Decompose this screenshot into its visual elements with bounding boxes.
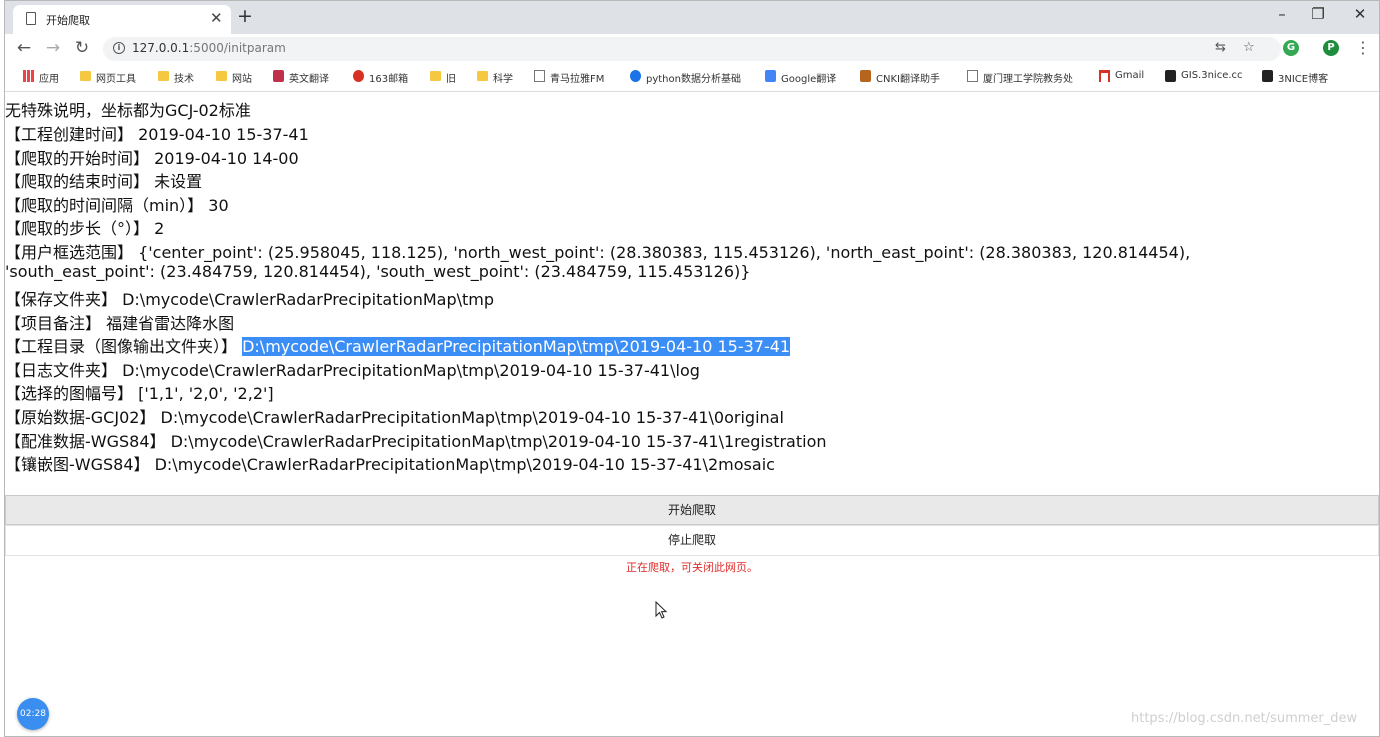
bookmark-icon [273,70,284,82]
page-icon [26,12,36,25]
tab-strip: 开始爬取 ✕ + – ❐ ✕ [5,1,1379,34]
page-icon [967,70,978,82]
timer-badge: 02:28 [17,698,49,730]
star-icon[interactable]: ☆ [1243,40,1255,55]
save-folder: 【保存文件夹】 D:\mycode\CrawlerRadarPrecipitat… [5,290,495,309]
bookmark-item[interactable]: 旧 [446,70,456,85]
browser-toolbar: ← → ↻ i 127.0.0.1:5000/initparam ⇆ ☆ G P… [5,34,1379,64]
folder-icon [158,71,169,81]
folder-icon [80,71,91,81]
folder-icon [477,71,488,81]
maximize-button[interactable]: ❐ [1303,5,1333,23]
browser-window: 开始爬取 ✕ + – ❐ ✕ ← → ↻ i 127.0.0.1:5000/in… [4,0,1380,737]
translate-icon [765,70,776,82]
url-text[interactable]: 127.0.0.1:5000/initparam [132,41,286,55]
end-time: 【爬取的结束时间】 未设置 [5,172,203,191]
close-tab-icon[interactable]: ✕ [210,9,223,27]
create-time: 【工程创建时间】 2019-04-10 15-37-41 [5,125,309,144]
bookmark-item[interactable]: 网站 [232,70,252,85]
crawl-interval: 【爬取的时间间隔（min）】 30 [5,196,229,215]
back-icon[interactable]: ← [14,38,34,58]
bookmark-item[interactable]: 163邮箱 [369,70,408,85]
bookmark-item[interactable]: python数据分析基础 [646,70,741,85]
start-time: 【爬取的开始时间】 2019-04-10 14-00 [5,149,299,168]
registration-data-path: 【配准数据-WGS84】 D:\mycode\CrawlerRadarPreci… [5,432,827,451]
coordinate-note: 无特殊说明，坐标都为GCJ-02标准 [5,101,251,120]
start-crawl-button[interactable]: 开始爬取 [5,495,1379,525]
cnki-icon [860,70,871,82]
reload-icon[interactable]: ↻ [72,38,92,58]
bookmark-item[interactable]: 青马拉雅FM [550,70,604,85]
folder-icon [430,71,441,81]
gis-icon [1165,70,1176,82]
bookmark-item[interactable]: Google翻译 [781,70,836,85]
forward-icon[interactable]: → [43,38,63,58]
log-folder: 【日志文件夹】 D:\mycode\CrawlerRadarPrecipitat… [5,361,700,380]
browser-tab[interactable]: 开始爬取 ✕ [13,5,231,34]
gmail-icon [1099,70,1110,82]
bookmark-item[interactable]: 技术 [174,70,194,85]
map-numbers: 【选择的图幅号】 ['1,1', '2,0', '2,2'] [5,384,274,403]
mouse-cursor-icon [655,601,668,619]
info-icon[interactable]: i [113,42,125,54]
project-directory-label: 【工程目录（图像输出文件夹）】 [5,337,243,356]
apps-icon [23,70,34,82]
project-directory-selected[interactable]: D:\mycode\CrawlerRadarPrecipitationMap\t… [242,337,791,356]
watermark: https://blog.csdn.net/summer_dew [1131,711,1358,726]
address-bar[interactable]: i 127.0.0.1:5000/initparam ⇆ ☆ [103,37,1281,61]
page-icon [534,70,545,82]
project-directory: 【工程目录（图像输出文件夹）】 D:\mycode\CrawlerRadarPr… [5,333,791,357]
bookmark-item[interactable]: 科学 [493,70,513,85]
bookmark-item[interactable]: CNKI翻译助手 [876,70,940,85]
bookmark-item[interactable]: Gmail [1115,70,1144,81]
profile-avatar-icon[interactable]: P [1323,40,1339,56]
new-tab-button[interactable]: + [237,5,253,27]
crawl-step: 【爬取的步长（°）】 2 [5,219,165,238]
bookmarks-bar: 应用 网页工具 技术 网站 英文翻译 163邮箱 旧 科学 青马拉雅FM python数据分析基础… [5,64,1379,92]
minimize-button[interactable]: – [1267,5,1297,23]
status-message: 正在爬取，可关闭此网页。 [626,561,758,574]
menu-icon[interactable]: ⋮ [1355,38,1371,57]
tab-title: 开始爬取 [46,14,90,27]
blog-icon [1262,70,1273,82]
mail-icon [353,70,364,82]
original-data-path: 【原始数据-GCJ02】 D:\mycode\CrawlerRadarPreci… [5,408,784,427]
bookmark-item[interactable]: 英文翻译 [289,70,329,85]
bookmark-item[interactable]: 厦门理工学院教务处 [983,70,1073,85]
folder-icon [216,71,227,81]
project-remark: 【项目备注】 福建省雷达降水图 [5,314,235,333]
mosaic-path: 【镶嵌图-WGS84】 D:\mycode\CrawlerRadarPrecip… [5,455,775,474]
close-window-button[interactable]: ✕ [1345,5,1375,23]
bookmark-item[interactable]: 应用 [39,70,59,85]
bookmark-item[interactable]: 网页工具 [96,70,136,85]
extension-g-icon[interactable]: G [1283,40,1299,56]
translate-icon[interactable]: ⇆ [1215,40,1226,55]
range-line-1: 【用户框选范围】 {'center_point': (25.958045, 11… [5,243,1191,262]
range-line-2: 'south_east_point': (23.484759, 120.8144… [5,262,751,281]
bookmark-item[interactable]: GIS.3nice.cc [1181,70,1243,81]
stop-crawl-button[interactable]: 停止爬取 [5,525,1379,556]
globe-icon [630,70,641,82]
bookmark-item[interactable]: 3NICE博客 [1278,70,1328,85]
